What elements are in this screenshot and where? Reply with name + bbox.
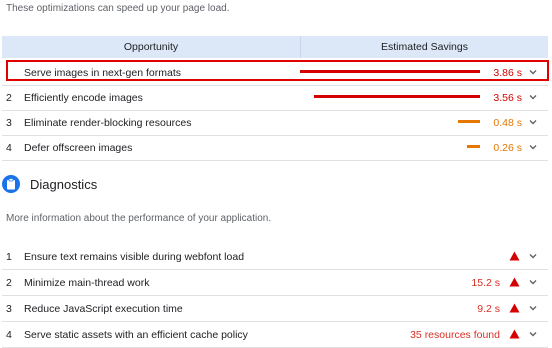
chevron-down-icon[interactable] (528, 251, 538, 261)
opportunity-column-header: Opportunity (123, 41, 179, 53)
row-number: 3 (6, 117, 12, 129)
diagnostics-heading: Diagnostics (2, 175, 97, 193)
opportunities-table-header: Opportunity Estimated Savings (2, 36, 548, 58)
savings-bar (314, 95, 480, 98)
chevron-down-icon[interactable] (528, 303, 538, 313)
savings-value: 0.26 s (493, 142, 522, 154)
row-number: 4 (6, 142, 12, 154)
diagnostic-value: 9.2 s (477, 303, 500, 315)
opportunity-row[interactable]: 3 Eliminate render-blocking resources 0.… (2, 110, 548, 136)
diagnostic-value: 15.2 s (471, 277, 500, 289)
warning-triangle-icon (509, 329, 520, 339)
opportunity-row[interactable]: 4 Defer offscreen images 0.26 s (2, 135, 548, 161)
savings-value: 3.56 s (493, 92, 522, 104)
chevron-down-icon[interactable] (528, 142, 538, 152)
row-number: 2 (6, 277, 12, 289)
diagnostic-title: Ensure text remains visible during webfo… (24, 251, 245, 263)
warning-triangle-icon (509, 303, 520, 313)
savings-bar (467, 145, 480, 148)
row-number: 1 (6, 251, 12, 263)
diagnostic-row[interactable]: 4 Serve static assets with an efficient … (2, 322, 548, 348)
row-number: 4 (6, 329, 12, 341)
row-number: 3 (6, 303, 12, 315)
opportunity-title: Defer offscreen images (24, 142, 133, 154)
row-number: 2 (6, 92, 12, 104)
opportunities-intro: These optimizations can speed up your pa… (6, 3, 230, 14)
warning-triangle-icon (509, 251, 520, 261)
savings-bar (458, 120, 480, 123)
diagnostic-row[interactable]: 1 Ensure text remains visible during web… (2, 244, 548, 270)
diagnostics-description: More information about the performance o… (6, 213, 272, 224)
diagnostic-value: 35 resources found (410, 329, 500, 341)
chevron-down-icon[interactable] (528, 329, 538, 339)
diagnostic-title: Reduce JavaScript execution time (24, 303, 183, 315)
chevron-down-icon[interactable] (528, 117, 538, 127)
chevron-down-icon[interactable] (528, 277, 538, 287)
clipboard-icon (2, 175, 20, 193)
estimated-savings-column-header: Estimated Savings (300, 36, 548, 58)
chevron-down-icon[interactable] (528, 92, 538, 102)
diagnostics-title: Diagnostics (30, 176, 98, 192)
warning-triangle-icon (509, 277, 520, 287)
diagnostic-row[interactable]: 2 Minimize main-thread work 15.2 s (2, 270, 548, 296)
savings-value: 0.48 s (493, 117, 522, 129)
highlight-box (6, 60, 549, 81)
opportunity-title: Eliminate render-blocking resources (24, 117, 192, 129)
diagnostic-row[interactable]: 3 Reduce JavaScript execution time 9.2 s (2, 296, 548, 322)
diagnostic-title: Minimize main-thread work (24, 277, 150, 289)
opportunity-row[interactable]: 2 Efficiently encode images 3.56 s (2, 85, 548, 111)
opportunity-title: Efficiently encode images (24, 92, 143, 104)
diagnostic-title: Serve static assets with an efficient ca… (24, 329, 248, 341)
